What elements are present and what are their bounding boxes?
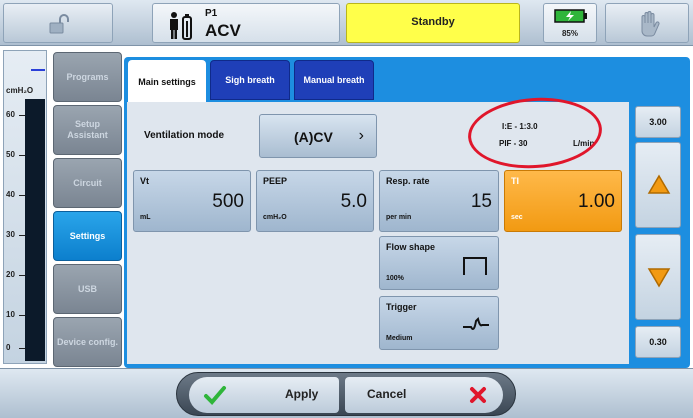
apply-label: Apply	[285, 387, 319, 401]
tick-line	[19, 235, 25, 236]
param-value: 1.00	[578, 191, 615, 212]
param-unit: per min	[386, 214, 412, 221]
square-wave-icon	[463, 257, 487, 275]
tick-line	[19, 115, 25, 116]
check-icon	[204, 386, 226, 405]
param-name: Vt	[140, 176, 149, 186]
bottom-bar: Apply Cancel	[0, 368, 693, 418]
value-adjust-panel: 3.00 0.30	[629, 102, 687, 364]
pressure-peak-marker	[31, 69, 45, 71]
range-max: 3.00	[635, 106, 681, 138]
param-name: Resp. rate	[386, 176, 430, 186]
ventilation-mode-label: Ventilation mode	[144, 130, 225, 141]
chevron-right-icon: ›	[358, 127, 364, 144]
param-value: 500	[212, 191, 244, 212]
nav-programs[interactable]: Programs	[53, 52, 122, 102]
flow-shape-value: 100%	[386, 275, 404, 282]
param-unit: mL	[140, 214, 151, 221]
patient-info: P1 ACV	[152, 3, 340, 43]
pressure-tick: 0	[6, 343, 11, 352]
pressure-tick: 50	[6, 150, 15, 159]
ventilation-mode-value: (A)CV	[294, 129, 333, 145]
pressure-gauge: cmH₂O 60 50 40 30 20 10 0	[3, 50, 47, 364]
patient-icon	[170, 12, 192, 40]
nav-circuit[interactable]: Circuit	[53, 158, 122, 208]
param-resp-rate[interactable]: Resp. rate 15 per min	[379, 170, 499, 232]
pressure-track	[25, 99, 45, 361]
nav-settings[interactable]: Settings	[53, 211, 122, 261]
range-min: 0.30	[635, 326, 681, 358]
action-bar: Apply Cancel	[176, 372, 516, 416]
nav-usb[interactable]: USB	[53, 264, 122, 314]
param-unit: sec	[511, 214, 523, 221]
patient-id: P1	[205, 8, 218, 19]
param-name: TI	[511, 176, 519, 186]
param-peep[interactable]: PEEP 5.0 cmH₂O	[256, 170, 374, 232]
ventilation-mode-button[interactable]: (A)CV ›	[259, 114, 377, 158]
pressure-unit: cmH₂O	[6, 86, 34, 95]
cancel-button[interactable]: Cancel	[345, 377, 503, 413]
trigger-wave-icon	[463, 317, 489, 330]
alarm-silence-button[interactable]	[605, 3, 689, 43]
tick-line	[19, 315, 25, 316]
param-value: 5.0	[340, 191, 367, 212]
close-icon	[470, 387, 486, 403]
trigger-button[interactable]: Trigger Medium	[379, 296, 499, 350]
nav-setup-assistant[interactable]: Setup Assistant	[53, 105, 122, 155]
tick-line	[19, 155, 25, 156]
trigger-value: Medium	[386, 335, 413, 342]
param-value: 15	[470, 191, 492, 212]
decrease-button[interactable]	[635, 234, 681, 320]
lock-button[interactable]	[3, 3, 113, 43]
hand-icon	[641, 11, 660, 37]
tick-line	[19, 275, 25, 276]
battery-percent: 85%	[561, 29, 578, 38]
top-bar: P1 ACV Standby 85%	[0, 0, 693, 46]
battery-icon	[554, 9, 587, 23]
param-ti[interactable]: TI 1.00 sec	[504, 170, 622, 232]
tab-manual-breath[interactable]: Manual breath	[294, 60, 374, 100]
tab-sigh-breath[interactable]: Sigh breath	[210, 60, 290, 100]
apply-button[interactable]: Apply	[189, 377, 339, 413]
pressure-tick: 30	[6, 230, 15, 239]
arrow-up-icon	[647, 174, 671, 194]
nav-device-config[interactable]: Device config.	[53, 317, 122, 367]
flow-shape-button[interactable]: Flow shape 100%	[379, 236, 499, 290]
pressure-tick: 20	[6, 270, 15, 279]
vent-mode-indicator: ACV	[205, 21, 241, 40]
unlock-icon	[49, 14, 69, 34]
tick-line	[19, 348, 25, 349]
flow-shape-label: Flow shape	[386, 242, 436, 252]
trigger-label: Trigger	[386, 302, 417, 312]
side-nav: Programs Setup Assistant Circuit Setting…	[50, 50, 124, 368]
pressure-tick: 60	[6, 110, 15, 119]
pressure-tick: 40	[6, 190, 15, 199]
param-unit: cmH₂O	[263, 214, 287, 221]
settings-panel: Main settings Sigh breath Manual breath …	[124, 57, 690, 368]
arrow-down-icon	[647, 268, 671, 288]
increase-button[interactable]	[635, 142, 681, 228]
status-banner: Standby	[346, 3, 520, 43]
status-text: Standby	[411, 16, 455, 28]
tick-line	[19, 195, 25, 196]
battery-status: 85%	[543, 3, 597, 43]
param-name: PEEP	[263, 176, 288, 186]
param-vt[interactable]: Vt 500 mL	[133, 170, 251, 232]
pressure-tick: 10	[6, 310, 15, 319]
tab-main-settings[interactable]: Main settings	[128, 60, 206, 104]
cancel-label: Cancel	[367, 387, 407, 401]
